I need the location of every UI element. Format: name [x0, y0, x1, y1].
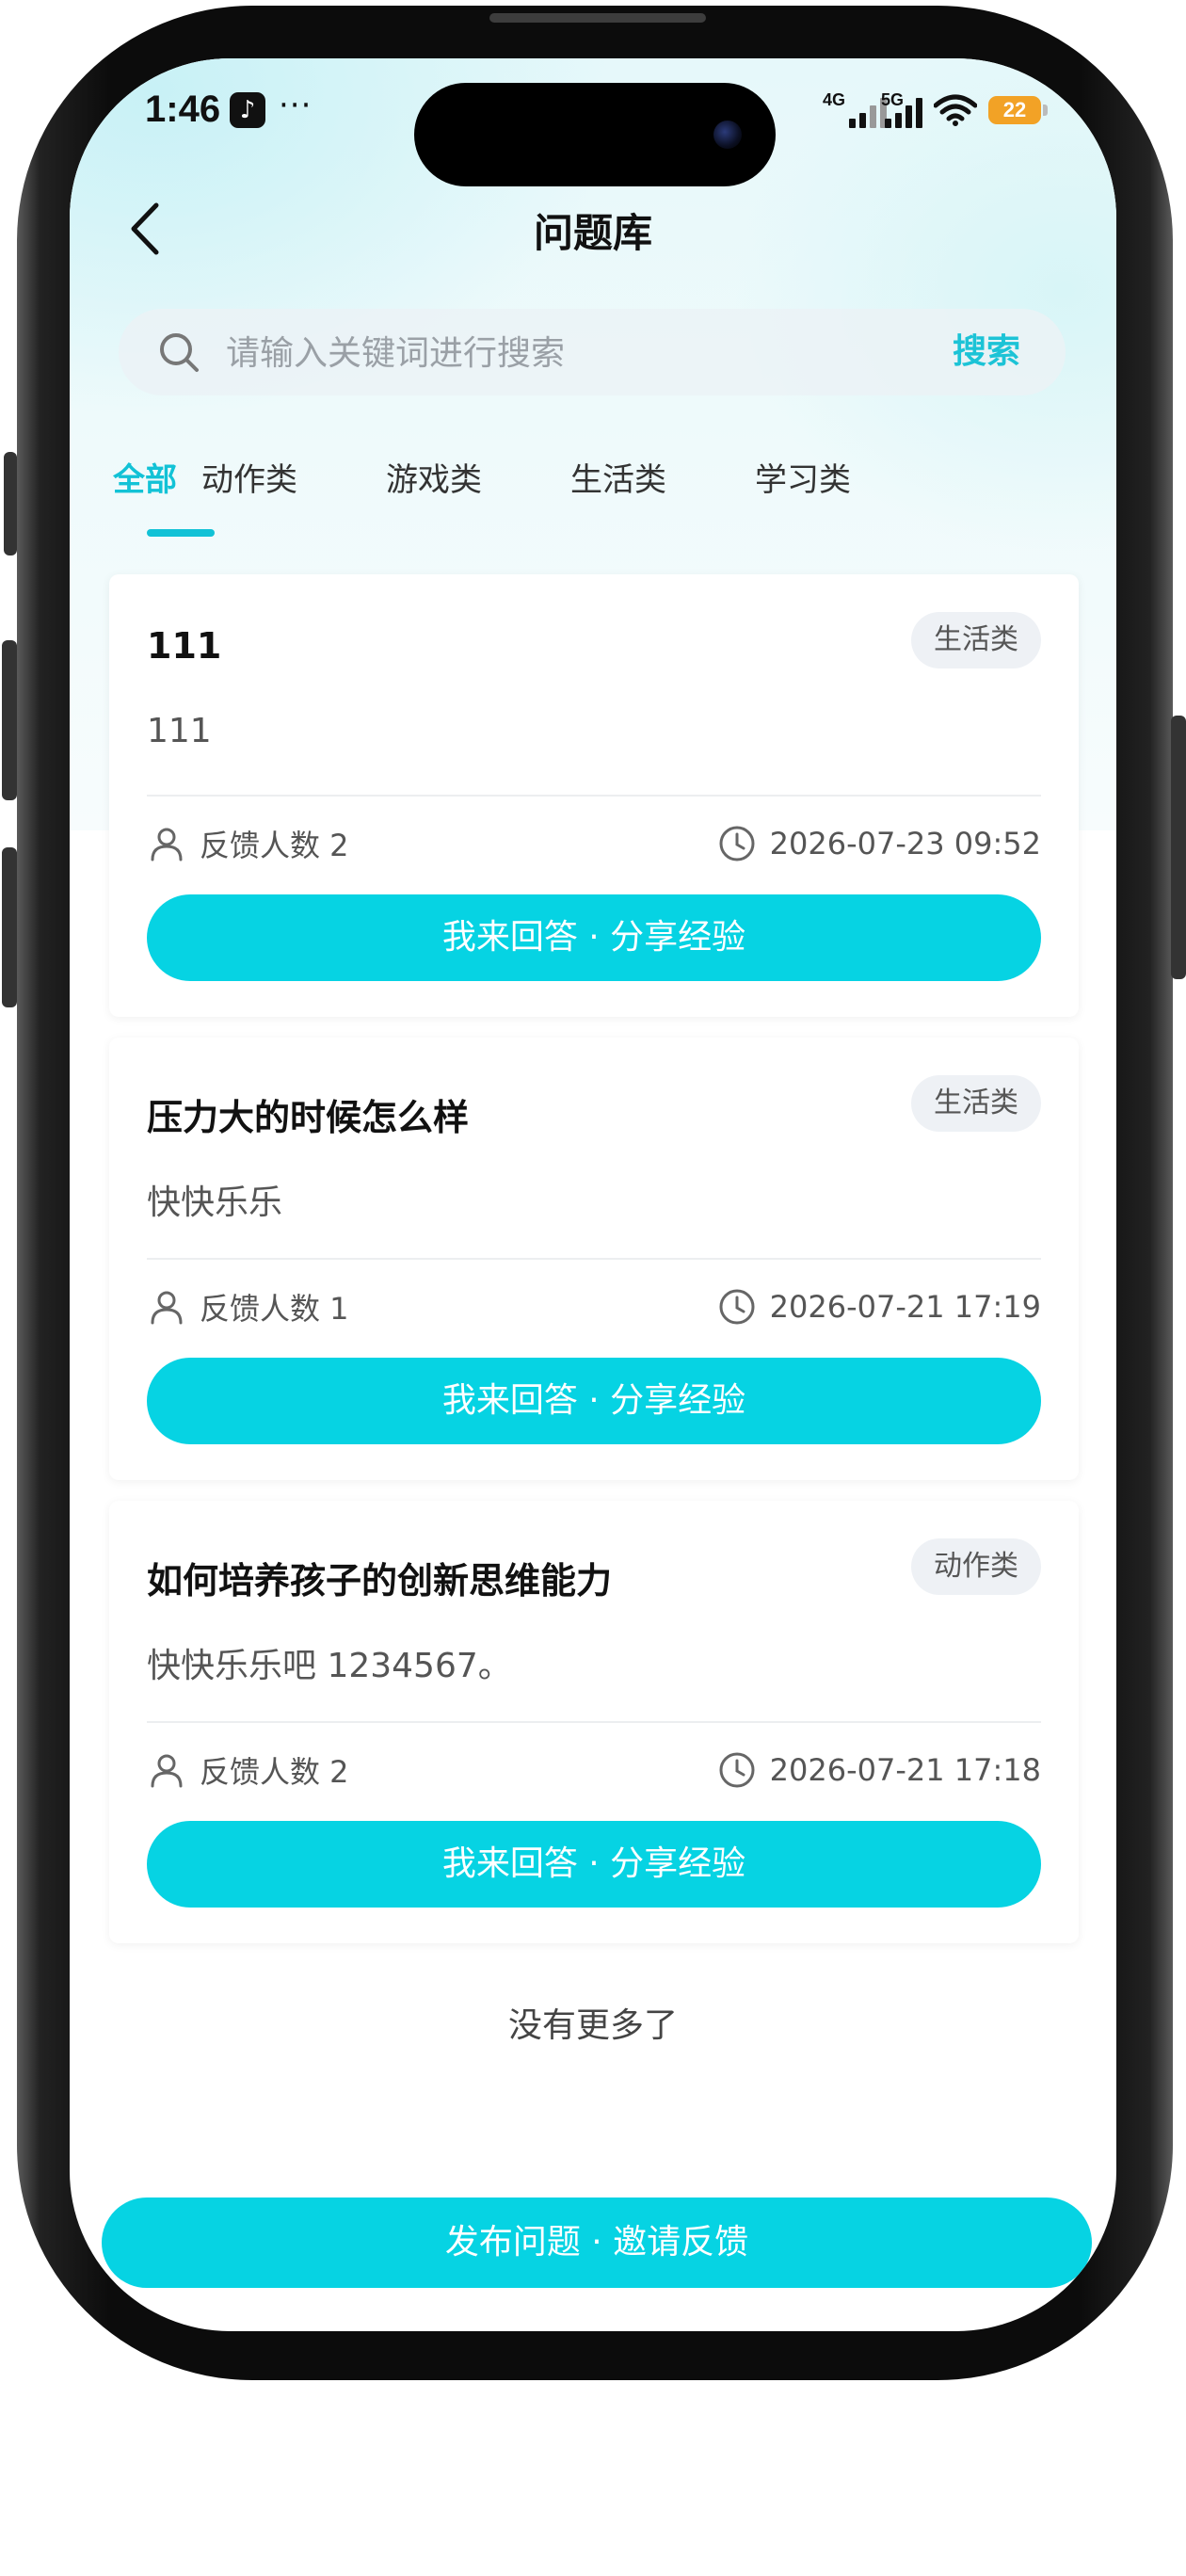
- search-icon: [160, 333, 199, 372]
- category-badge: 生活类: [911, 612, 1041, 668]
- tab-study[interactable]: 学习类: [755, 454, 851, 500]
- user-icon: [151, 1291, 183, 1325]
- app-content: 1:46 ♪ ··· 4G 5G 22 问题库 请输入关键词进行搜索 搜索 全部…: [70, 58, 1116, 2331]
- tab-life[interactable]: 生活类: [570, 454, 666, 500]
- power-button: [1171, 716, 1186, 979]
- user-icon: [151, 1754, 183, 1788]
- question-title: 压力大的时候怎么样: [147, 1097, 470, 1138]
- search-input[interactable]: [224, 309, 887, 397]
- question-description: 快快乐乐吧 1234567。: [147, 1647, 512, 1685]
- question-description: 111: [147, 712, 212, 750]
- phone-speaker-band: [489, 13, 706, 23]
- wifi-icon: [934, 94, 977, 126]
- post-time: 2026-07-23 09:52: [717, 817, 1041, 870]
- clock-icon: [719, 826, 755, 861]
- post-time-text: 2026-07-23 09:52: [769, 826, 1041, 861]
- volume-down-button: [2, 847, 17, 1007]
- tiktok-icon: ♪: [230, 92, 265, 128]
- feedback-count-text: 反馈人数 1: [200, 1291, 349, 1327]
- publish-question-button[interactable]: 发布问题 · 邀请反馈: [102, 2198, 1092, 2288]
- search-button[interactable]: 搜索: [953, 309, 1020, 395]
- feedback-count: 反馈人数 2: [147, 1744, 349, 1796]
- signal-5g-icon: [885, 96, 922, 128]
- question-description: 快快乐乐: [147, 1183, 283, 1222]
- tab-action[interactable]: 动作类: [201, 454, 297, 500]
- post-time: 2026-07-21 17:19: [717, 1280, 1041, 1333]
- answer-button[interactable]: 我来回答 · 分享经验: [147, 1358, 1041, 1444]
- post-time-text: 2026-07-21 17:18: [769, 1752, 1041, 1788]
- answer-button[interactable]: 我来回答 · 分享经验: [147, 894, 1041, 981]
- status-time: 1:46: [145, 89, 221, 130]
- category-badge: 生活类: [911, 1075, 1041, 1132]
- front-camera: [713, 121, 742, 149]
- battery-indicator: 22: [988, 96, 1041, 124]
- active-tab-indicator: [147, 529, 215, 537]
- dynamic-island: [414, 83, 776, 186]
- question-card[interactable]: 111 生活类 111 反馈人数 2 2026-07-23 09:52 我来回答…: [109, 574, 1079, 1017]
- question-card[interactable]: 如何培养孩子的创新思维能力 动作类 快快乐乐吧 1234567。 反馈人数 2 …: [109, 1501, 1079, 1943]
- question-card[interactable]: 压力大的时候怎么样 生活类 快快乐乐 反馈人数 1 2026-07-21 17:…: [109, 1038, 1079, 1480]
- post-time: 2026-07-21 17:18: [717, 1744, 1041, 1796]
- category-tabs: 全部 动作类 游戏类 生活类 学习类: [70, 454, 1116, 548]
- feedback-count-text: 反馈人数 2: [200, 1754, 349, 1790]
- card-divider: [147, 1721, 1041, 1723]
- search-bar: 搜索: [119, 309, 1066, 397]
- clock-icon: [719, 1289, 755, 1325]
- card-divider: [147, 795, 1041, 797]
- list-end-text: 没有更多了: [507, 2006, 678, 2045]
- feedback-count-text: 反馈人数 2: [200, 828, 349, 863]
- action-button: [4, 452, 17, 555]
- category-badge: 动作类: [911, 1538, 1041, 1595]
- page-title: 问题库: [533, 210, 652, 256]
- feedback-count: 反馈人数 2: [147, 817, 349, 870]
- question-title: 111: [147, 625, 222, 667]
- feedback-count: 反馈人数 1: [147, 1280, 349, 1333]
- volume-up-button: [2, 640, 17, 800]
- clock-icon: [719, 1752, 755, 1788]
- answer-button[interactable]: 我来回答 · 分享经验: [147, 1821, 1041, 1908]
- question-title: 如何培养孩子的创新思维能力: [147, 1560, 613, 1602]
- user-icon: [151, 828, 183, 861]
- network-label-4g: 4G: [823, 90, 846, 109]
- more-dots: ···: [279, 87, 313, 124]
- post-time-text: 2026-07-21 17:19: [769, 1289, 1041, 1325]
- battery-cap: [1043, 105, 1048, 116]
- tab-game[interactable]: 游戏类: [386, 454, 482, 500]
- phone-screen: 1:46 ♪ ··· 4G 5G 22 问题库 请输入关键词进行搜索 搜索 全部…: [70, 58, 1116, 2331]
- tab-all[interactable]: 全部: [113, 454, 177, 500]
- card-divider: [147, 1258, 1041, 1260]
